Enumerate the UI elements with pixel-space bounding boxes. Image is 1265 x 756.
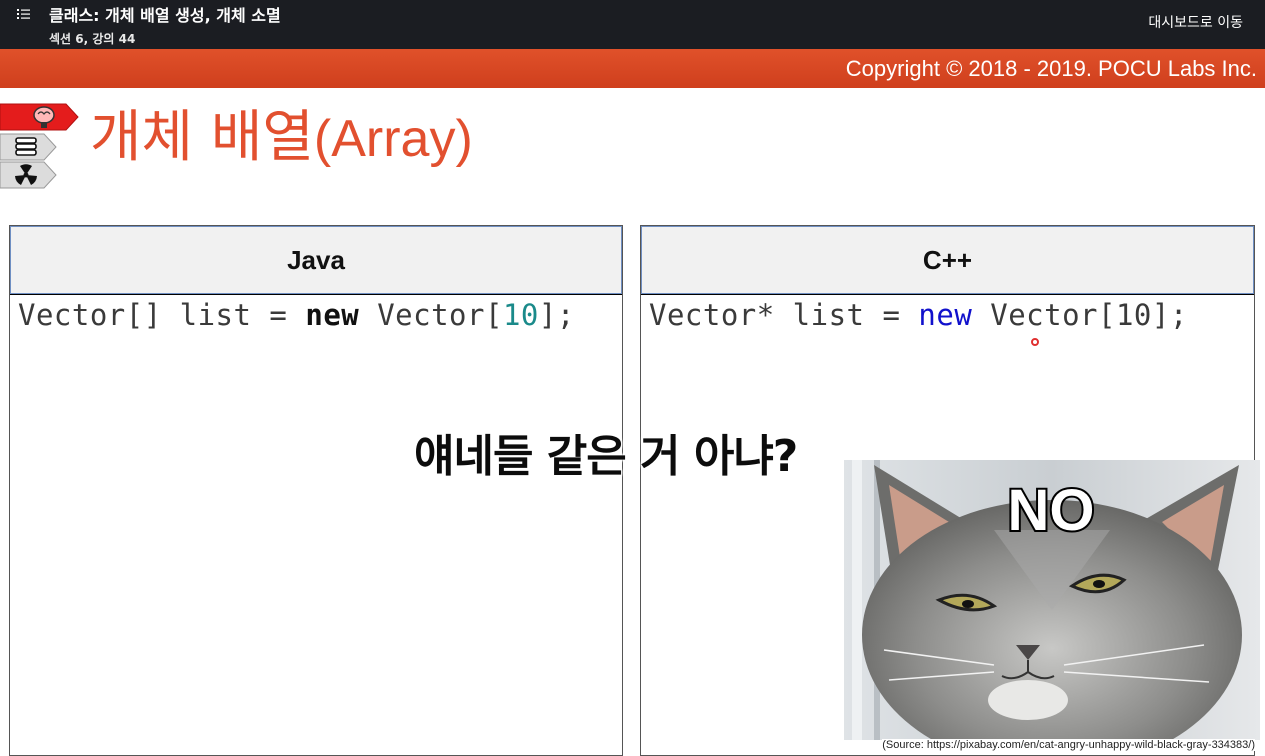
slide-caption: 얘네들 같은 거 아냐?	[414, 431, 798, 482]
copyright-text: Copyright © 2018 - 2019. POCU Labs Inc.	[845, 56, 1257, 81]
image-source-credit: (Source: https://pixabay.com/en/cat-angr…	[882, 739, 1255, 751]
go-to-dashboard-link[interactable]: 대시보드로 이동	[1148, 12, 1243, 32]
cpp-code-keyword: new	[918, 298, 973, 332]
lecture-title: 클래스: 개체 배열 생성, 개체 소멸	[49, 6, 281, 25]
java-code-end: ];	[538, 298, 575, 332]
java-code-decl: Vector[] list =	[18, 298, 306, 332]
cpp-code-line: Vector* list = new Vector[10];	[649, 298, 1188, 332]
books-icon	[15, 137, 37, 156]
slide-title-main: 개체 배열	[90, 105, 314, 170]
java-code-number: 10	[502, 298, 539, 332]
laser-pointer-dot	[1031, 338, 1039, 346]
meme-no-text: NO	[1008, 478, 1095, 543]
cpp-code-type: Vector[10];	[972, 298, 1188, 332]
lecture-header: 클래스: 개체 배열 생성, 개체 소멸 섹션 6, 강의 44 대시보드로 이…	[0, 0, 1265, 49]
java-panel: Java Vector[] list = new Vector[10];	[9, 225, 623, 756]
copyright-bar: Copyright © 2018 - 2019. POCU Labs Inc.	[0, 49, 1265, 88]
java-code-type: Vector[	[359, 298, 503, 332]
books-tab	[0, 132, 60, 161]
cpp-code-decl: Vector* list =	[649, 298, 919, 332]
lecture-subtitle: 섹션 6, 강의 44	[49, 32, 136, 46]
radiation-tab	[0, 160, 60, 189]
list-icon[interactable]	[16, 6, 32, 22]
brain-tab	[0, 102, 80, 131]
angry-cat-image: NO	[844, 460, 1260, 756]
java-code-line: Vector[] list = new Vector[10];	[18, 298, 575, 332]
java-panel-header: Java	[10, 226, 622, 295]
cpp-panel-header: C++	[641, 226, 1254, 295]
slide-title: 개체 배열(Array)	[90, 110, 473, 166]
java-code-keyword: new	[305, 298, 360, 332]
slide-title-english: (Array)	[313, 110, 473, 168]
